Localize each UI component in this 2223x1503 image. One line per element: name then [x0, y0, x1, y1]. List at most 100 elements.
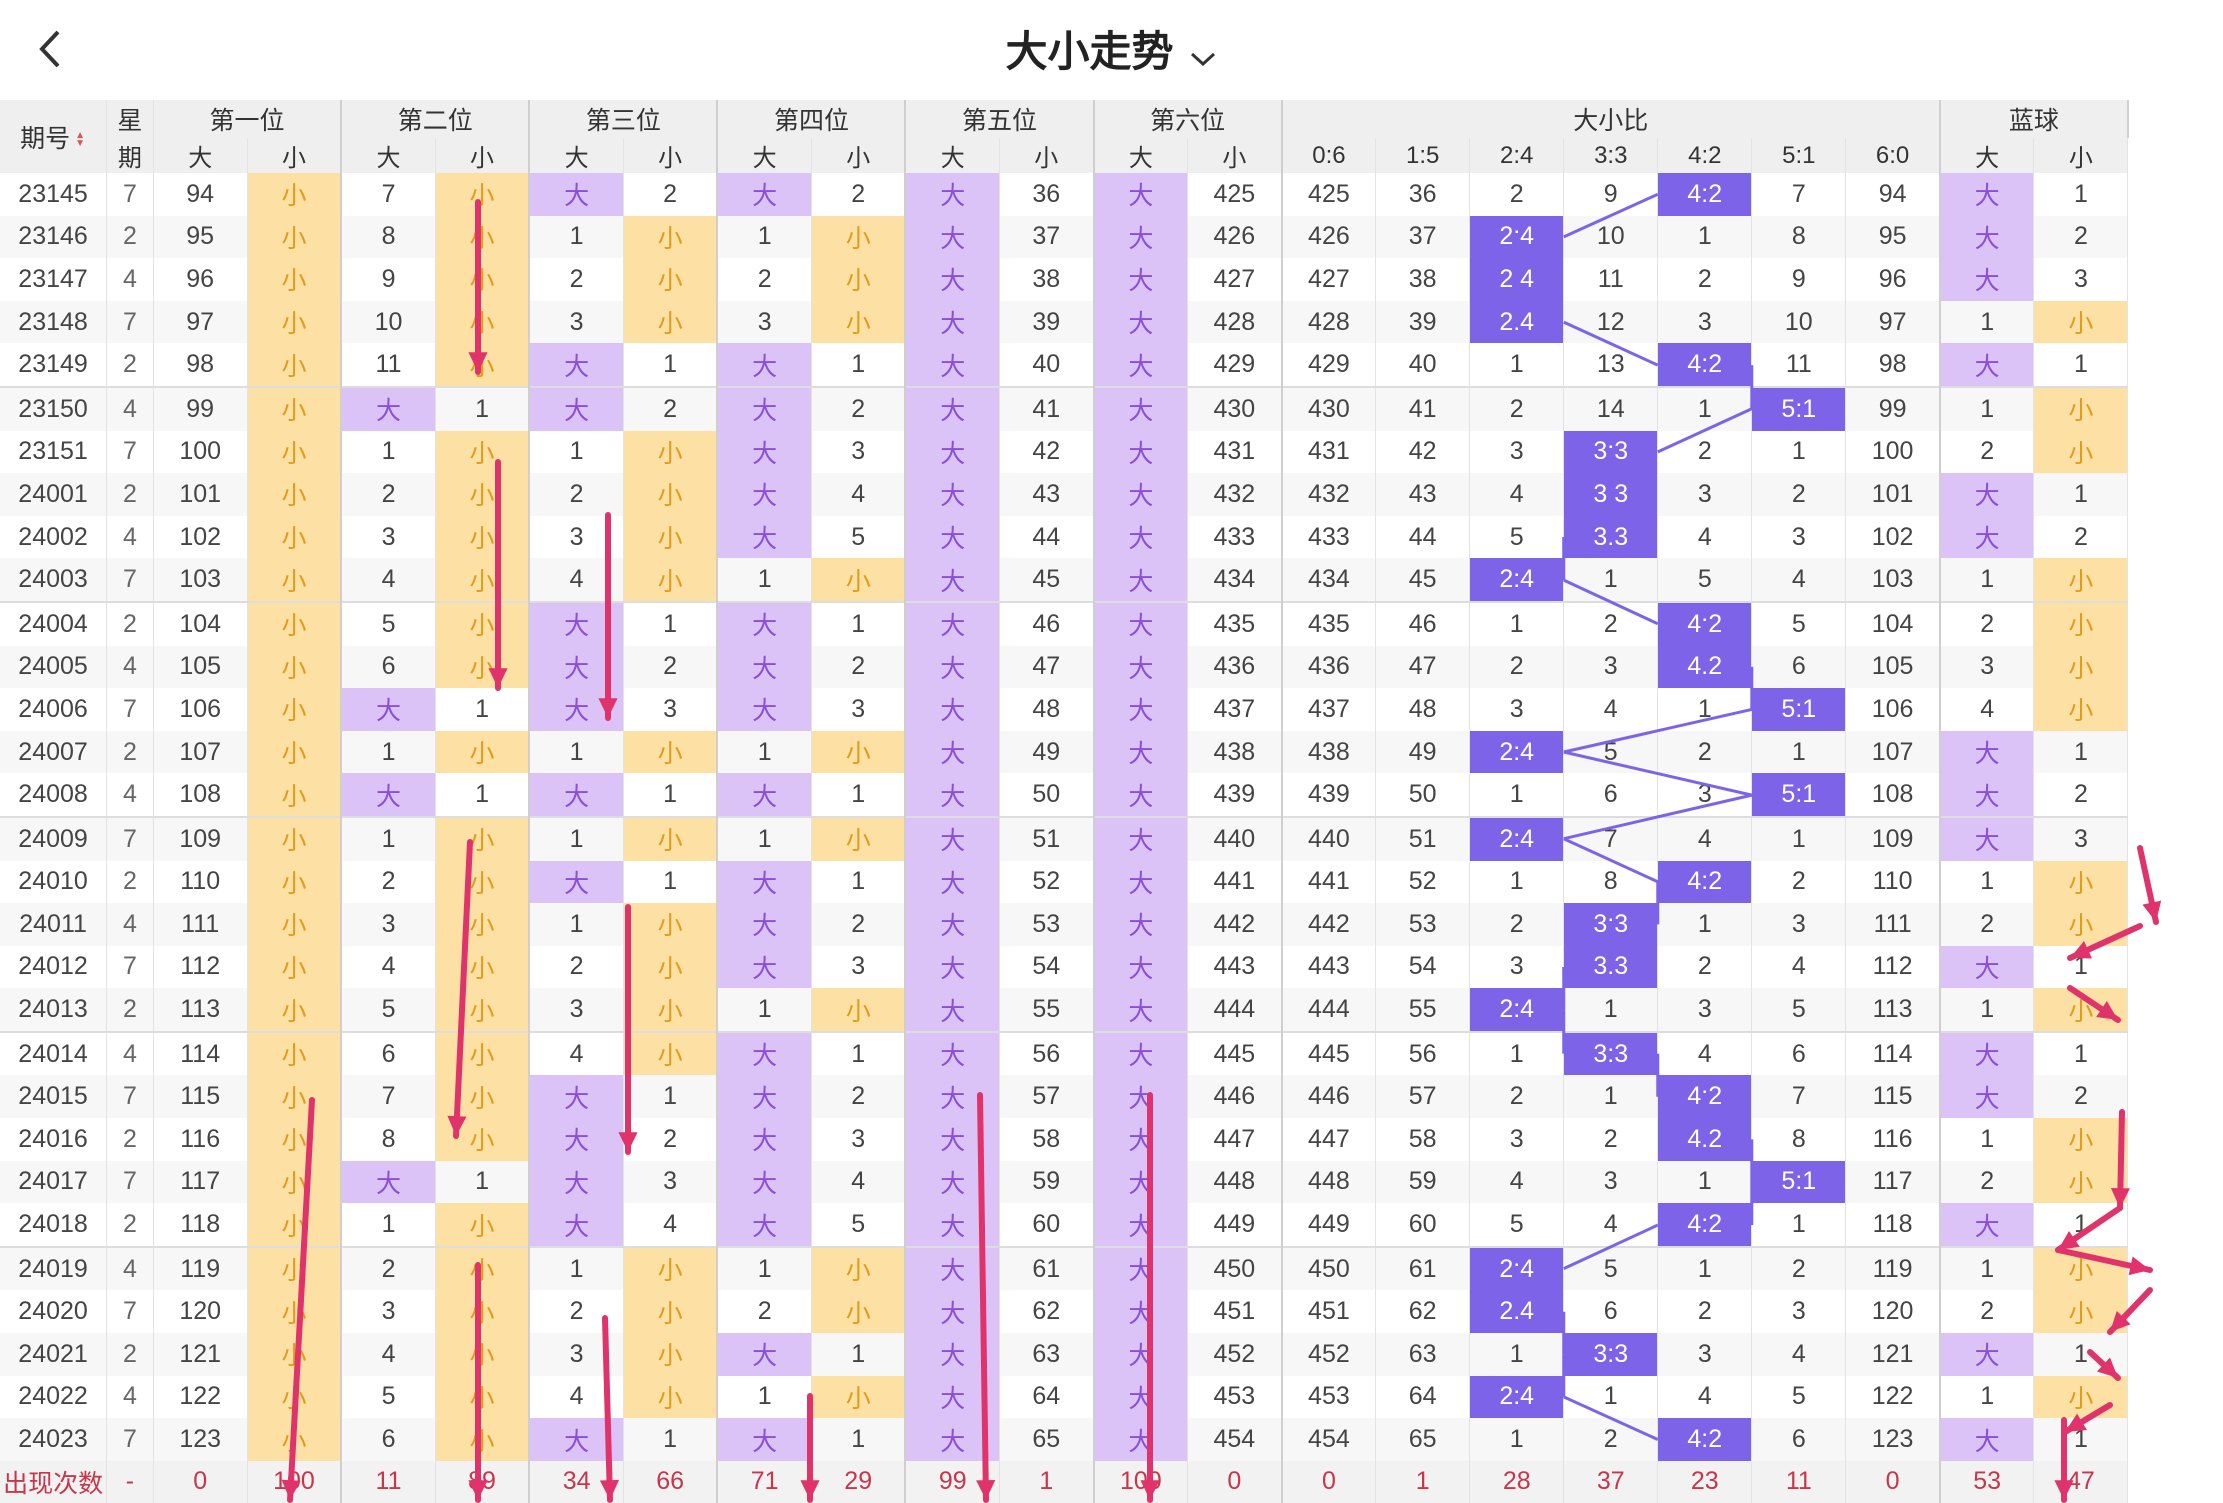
data-cell: 1 [1563, 1375, 1659, 1419]
data-cell: 42 [999, 430, 1095, 474]
data-cell: 11 [1751, 343, 1847, 387]
data-cell: 小 [247, 1245, 343, 1291]
table-row[interactable]: 24001 2 101 小 2 小 2 小大 4 大 43 大 432 432 43 4 3:3 3 2 101 大 1 [0, 473, 2223, 516]
data-cell: 大 [905, 343, 1001, 387]
table-row[interactable]: 24023 7 123 小 6 小大 1 大 1 大 65 大 454 454 65 1 2 4:2 6 123 大 1 [0, 1418, 2223, 1461]
table-row[interactable]: 23151 7 100 小 1 小 1 小大 3 大 42 大 431 431 42 3 3:3 2 1 100 2 小 [0, 430, 2223, 474]
table-row[interactable]: 24011 4 111 小 3 小 1 小大 2 大 53 大 442 442 53 2 3:3 1 3 111 2 小 [0, 903, 2223, 946]
subheader-big: 大 [717, 138, 812, 173]
data-cell: 大 [717, 343, 812, 387]
data-cell: 121 [1845, 1333, 1941, 1376]
data-cell: 108 [153, 773, 248, 817]
sort-icon[interactable]: ▲▼ [74, 130, 86, 148]
data-cell: 2:4 [1469, 988, 1565, 1032]
issue-cell: 24008 [0, 773, 108, 817]
table-row[interactable]: 24005 4 105 小 6 小大 2 大 2 大 47 大 436 436 47 2 3 4:2 6 105 3 小 [0, 645, 2223, 689]
data-cell: 大 [717, 173, 812, 216]
data-cell: 10 [1751, 300, 1847, 344]
data-cell: 101 [153, 473, 248, 516]
data-cell: 大 [905, 1375, 1001, 1419]
data-cell: 107 [1845, 730, 1941, 774]
data-cell: 3 [1657, 473, 1753, 516]
footer-value: 0 [1187, 1460, 1283, 1503]
data-cell: 大 [1093, 385, 1189, 431]
data-cell: 小 [435, 1290, 531, 1334]
data-cell: 小 [811, 1245, 907, 1291]
data-cell: 1 [811, 343, 907, 387]
data-cell: 3 [1657, 1333, 1753, 1376]
data-cell: 3:3 [1563, 903, 1659, 946]
data-cell: 114 [153, 1030, 248, 1076]
data-cell: 1 [2033, 1030, 2129, 1076]
data-cell: 5 [341, 600, 436, 646]
data-cell: 43 [1375, 473, 1471, 516]
column-header-week: 星 [106, 100, 154, 138]
data-cell: 38 [1375, 258, 1471, 301]
data-cell: 3 [1751, 903, 1847, 946]
data-cell: 小 [247, 773, 343, 817]
data-cell: 44 [1375, 515, 1471, 559]
table-row[interactable]: 24022 4 122 小 5 小 4 小 1 小大 64 大 453 453 64 2:4 1 4 5 122 1 小 [0, 1375, 2223, 1419]
data-cell: 1 [1469, 860, 1565, 904]
table-row[interactable]: 23145 7 94 小 7 小大 2 大 2 大 36 大 425 425 36 2 9 4:2 7 94 大 1 [0, 173, 2223, 216]
table-row[interactable]: 23150 4 99 小大 1 大 2 大 2 大 41 大 430 430 41 2 14 1 5:1 99 1 小 [0, 385, 2223, 431]
table-row[interactable]: 24020 7 120 小 3 小 2 小 2 小大 62 大 451 451 62 2:4 6 2 3 120 2 小 [0, 1290, 2223, 1334]
data-cell: 大 [1093, 1290, 1189, 1334]
data-cell: 1 [2033, 1418, 2129, 1461]
table-row[interactable]: 24002 4 102 小 3 小 3 小大 5 大 44 大 433 433 44 5 3:3 4 3 102 大 2 [0, 515, 2223, 559]
data-cell: 大 [1093, 1245, 1189, 1291]
issue-cell: 24010 [0, 860, 108, 904]
table-row[interactable]: 24004 2 104 小 5 小大 1 大 1 大 46 大 435 435 46 1 2 4:2 5 104 2 小 [0, 600, 2223, 646]
data-cell: 2 [623, 173, 719, 216]
data-cell: 大 [341, 385, 436, 431]
issue-cell: 23145 [0, 173, 108, 216]
data-cell: 大 [1093, 1160, 1189, 1204]
table-row[interactable]: 24018 2 118 小 1 小大 4 大 5 大 60 大 449 449 60 5 4 4:2 1 118 大 1 [0, 1203, 2223, 1247]
data-cell: 小 [247, 1075, 343, 1119]
data-cell: 9 [341, 258, 436, 301]
table-row[interactable]: 24009 7 109 小 1 小 1 小 1 小大 51 大 440 440 51 2:4 7 4 1 109 大 3 [0, 815, 2223, 861]
table-row[interactable]: 24019 4 119 小 2 小 1 小 1 小大 61 大 450 450 61 2:4 5 1 2 119 1 小 [0, 1245, 2223, 1291]
data-cell: 2 [1751, 473, 1847, 516]
table-row[interactable]: 23146 2 95 小 8 小 1 小 1 小大 37 大 426 426 37 2:4 10 1 8 95 大 2 [0, 215, 2223, 259]
data-cell: 2 [529, 258, 624, 301]
data-cell: 446 [1187, 1075, 1283, 1119]
table-row[interactable]: 23149 2 98 小 11 小大 1 大 1 大 40 大 429 429 40 1 13 4:2 11 98 大 1 [0, 343, 2223, 387]
data-cell: 441 [1187, 860, 1283, 904]
column-header-issue[interactable]: 期号 ▲▼ [0, 100, 108, 173]
data-cell: 小 [435, 173, 531, 216]
table-row[interactable]: 23147 4 96 小 9 小 2 小 2 小大 38 大 427 427 38 2:4 11 2 9 96 大 3 [0, 258, 2223, 301]
table-row[interactable]: 24021 2 121 小 4 小 3 小大 1 大 63 大 452 452 63 1 3:3 3 4 121 大 1 [0, 1333, 2223, 1376]
table-row[interactable]: 24003 7 103 小 4 小 4 小 1 小大 45 大 434 434 45 2:4 1 5 4 103 1 小 [0, 558, 2223, 602]
week-cell: 2 [106, 473, 154, 516]
data-cell: 63 [999, 1333, 1095, 1376]
data-cell: 452 [1281, 1333, 1377, 1376]
table-row[interactable]: 24015 7 115 小 7 小大 1 大 2 大 57 大 446 446 57 2 1 4:2 7 115 大 2 [0, 1075, 2223, 1119]
table-row[interactable]: 24006 7 106 小大 1 大 3 大 3 大 48 大 437 437 48 3 4 1 5:1 106 4 小 [0, 688, 2223, 731]
data-cell: 38 [999, 258, 1095, 301]
table-row[interactable]: 24007 2 107 小 1 小 1 小 1 小大 49 大 438 438 49 2:4 5 2 1 107 大 1 [0, 730, 2223, 774]
data-cell: 大 [717, 385, 812, 431]
data-cell: 大 [717, 600, 812, 646]
trend-table-container[interactable]: 期号 ▲▼ 星第一位 第二位 第三位 第四位 第五位 第六位 大小比 蓝球 期大小大小大小大小大小… [0, 100, 2223, 1503]
table-row[interactable]: 24008 4 108 小大 1 大 1 大 1 大 50 大 439 439 50 1 6 3 5:1 108 大 2 [0, 773, 2223, 817]
data-cell: 大 [905, 1245, 1001, 1291]
table-row[interactable]: 23148 7 97 小 10 小 3 小 3 小大 39 大 428 428 39 2:4 12 3 10 97 1 小 [0, 300, 2223, 344]
table-row[interactable]: 24012 7 112 小 4 小 2 小大 3 大 54 大 443 443 54 3 3:3 2 4 112 大 1 [0, 945, 2223, 989]
data-cell: 小 [623, 945, 719, 989]
data-cell: 1 [529, 430, 624, 474]
table-row[interactable]: 24014 4 114 小 6 小 4 小大 1 大 56 大 445 445 56 1 3:3 4 6 114 大 1 [0, 1030, 2223, 1076]
table-row[interactable]: 24016 2 116 小 8 小大 2 大 3 大 58 大 447 447 58 3 2 4:2 8 116 1 小 [0, 1118, 2223, 1161]
data-cell: 小 [811, 815, 907, 861]
data-cell: 大 [1939, 515, 2035, 559]
table-row[interactable]: 24013 2 113 小 5 小 3 小 1 小大 55 大 444 444 55 2:4 1 3 5 113 1 小 [0, 988, 2223, 1032]
table-row[interactable]: 24017 7 117 小大 1 大 3 大 4 大 59 大 448 448 59 4 3 1 5:1 117 2 小 [0, 1160, 2223, 1204]
data-cell: 小 [247, 343, 343, 387]
data-cell: 大 [1093, 860, 1189, 904]
data-cell: 1 [1657, 215, 1753, 259]
table-row[interactable]: 24010 2 110 小 2 小大 1 大 1 大 52 大 441 441 52 1 8 4:2 2 110 1 小 [0, 860, 2223, 904]
data-cell: 小 [435, 1333, 531, 1376]
page-title[interactable]: 大小走势 [0, 18, 2223, 79]
data-cell: 1 [1657, 1245, 1753, 1291]
data-cell: 449 [1281, 1203, 1377, 1247]
